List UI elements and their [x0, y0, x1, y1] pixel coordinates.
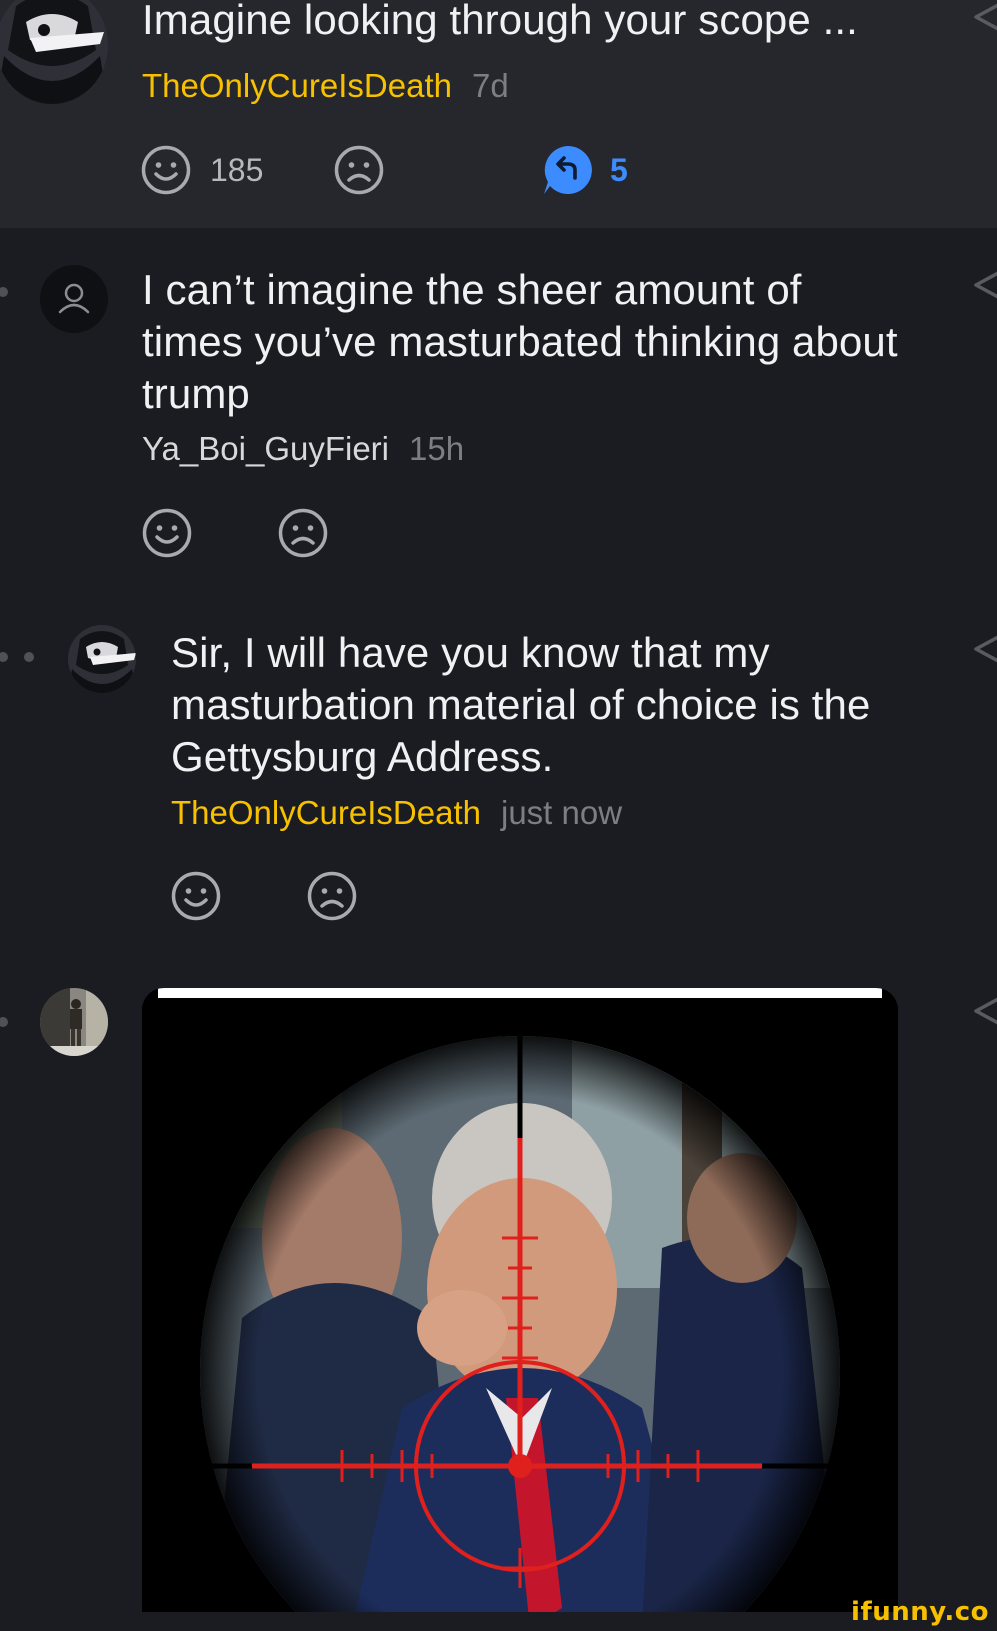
avatar[interactable]: [68, 625, 136, 693]
frown-icon: [278, 508, 328, 558]
replies-button[interactable]: [542, 144, 594, 196]
unsmile-button[interactable]: [277, 507, 329, 559]
comment-text: Sir, I will have you know that my mastur…: [171, 629, 871, 780]
share-icon[interactable]: [970, 632, 997, 666]
comment-author[interactable]: TheOnlyCureIsDeath: [171, 794, 481, 831]
comment-author[interactable]: TheOnlyCureIsDeath: [142, 67, 452, 104]
comment-highlighted: Imagine looking through your scope ... T…: [0, 0, 997, 228]
thread-indicator: [0, 287, 8, 297]
comment-time: 15h: [409, 430, 465, 467]
replies-count: 5: [610, 152, 628, 188]
comment-time: 7d: [471, 67, 509, 104]
thread-indicator: [24, 652, 34, 662]
avatar[interactable]: [0, 0, 108, 104]
thread-indicator: [0, 652, 8, 662]
smile-button[interactable]: [170, 870, 222, 922]
comment-text: I can’t imagine the sheer amount of time…: [142, 266, 898, 417]
comment-time: just now: [500, 794, 623, 831]
smile-icon: [142, 508, 192, 558]
share-icon[interactable]: [970, 994, 997, 1028]
smile-count: 185: [210, 152, 264, 188]
smile-button[interactable]: [140, 144, 192, 196]
comment-meta: TheOnlyCureIsDeath just now: [171, 793, 622, 833]
share-icon[interactable]: [970, 268, 997, 302]
comment-image-scope[interactable]: [142, 988, 898, 1612]
avatar[interactable]: [40, 265, 108, 333]
reply-icon: [544, 146, 592, 194]
comment-author[interactable]: Ya_Boi_GuyFieri: [142, 430, 389, 467]
frown-icon: [334, 145, 384, 195]
user-placeholder-icon: [58, 283, 90, 314]
watermark: ifunny.co: [851, 1597, 989, 1627]
smile-button[interactable]: [141, 507, 193, 559]
frown-icon: [307, 871, 357, 921]
smile-icon: [171, 871, 221, 921]
scope-image: [142, 988, 898, 1612]
comments-screen: Imagine looking through your scope ... T…: [0, 0, 997, 1631]
share-icon[interactable]: [970, 0, 997, 34]
smile-icon: [141, 145, 191, 195]
unsmile-button[interactable]: [306, 870, 358, 922]
comment-meta: TheOnlyCureIsDeath 7d: [142, 66, 509, 106]
thread-indicator: [0, 1017, 8, 1027]
comment-meta: Ya_Boi_GuyFieri 15h: [142, 429, 464, 469]
avatar[interactable]: [40, 988, 108, 1056]
unsmile-button[interactable]: [333, 144, 385, 196]
comment-text: Imagine looking through your scope ...: [142, 0, 858, 43]
